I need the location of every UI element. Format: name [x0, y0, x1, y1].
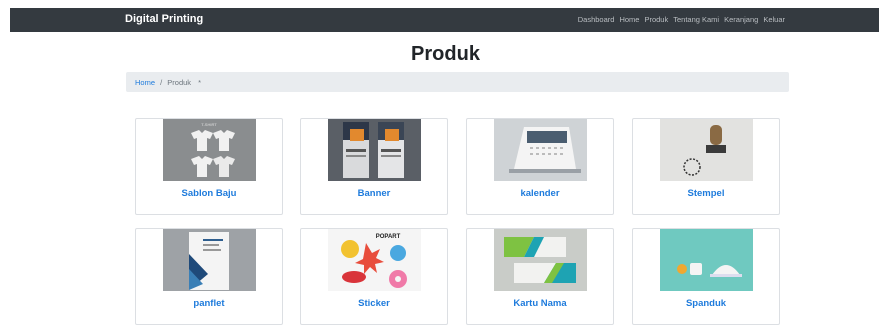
- product-image-sablon-baju[interactable]: T-SHIRT: [163, 119, 256, 181]
- product-card-spanduk[interactable]: Spanduk: [632, 228, 780, 325]
- product-image-spanduk[interactable]: [660, 229, 753, 291]
- product-name[interactable]: Stempel: [633, 188, 779, 199]
- product-image-stempel[interactable]: [660, 119, 753, 181]
- nav-link-tentang-kami[interactable]: Tentang Kami: [673, 15, 719, 24]
- nav-link-keranjang[interactable]: Keranjang: [724, 15, 758, 24]
- product-name[interactable]: Kartu Nama: [467, 298, 613, 309]
- breadcrumb-extra: *: [198, 78, 202, 87]
- product-name[interactable]: Sticker: [301, 298, 447, 309]
- breadcrumb-separator: /: [160, 78, 163, 87]
- product-image-sticker[interactable]: POPART: [328, 229, 421, 291]
- nav-link-dashboard[interactable]: Dashboard: [578, 15, 615, 24]
- nav-link-produk[interactable]: Produk: [644, 15, 668, 24]
- product-name[interactable]: panflet: [136, 298, 282, 309]
- product-card-kartu-nama[interactable]: Kartu Nama: [466, 228, 614, 325]
- page-title: Produk: [411, 43, 480, 65]
- product-image-kartu-nama[interactable]: [494, 229, 587, 291]
- thumb-text-popart: POPART: [376, 234, 401, 240]
- product-name[interactable]: Sablon Baju: [136, 188, 282, 199]
- nav-link-home[interactable]: Home: [619, 15, 639, 24]
- top-navbar: Digital Printing Dashboard Home Produk T…: [10, 8, 879, 32]
- product-card-stempel[interactable]: Stempel: [632, 118, 780, 215]
- product-card-banner[interactable]: Banner: [300, 118, 448, 215]
- product-card-sablon-baju[interactable]: T-SHIRT Sablon Baju: [135, 118, 283, 215]
- product-image-kalender[interactable]: [494, 119, 587, 181]
- nav-menu: Dashboard Home Produk Tentang Kami Keran…: [578, 15, 785, 24]
- breadcrumb-home-link[interactable]: Home: [135, 78, 155, 87]
- product-image-banner[interactable]: [328, 119, 421, 181]
- product-card-panflet[interactable]: panflet: [135, 228, 283, 325]
- breadcrumb-current: Produk: [167, 78, 192, 87]
- product-name[interactable]: Spanduk: [633, 298, 779, 309]
- product-image-panflet[interactable]: [163, 229, 256, 291]
- nav-link-keluar[interactable]: Keluar: [763, 15, 785, 24]
- product-name[interactable]: kalender: [467, 188, 613, 199]
- product-card-sticker[interactable]: POPART Sticker: [300, 228, 448, 325]
- breadcrumb: Home / Produk *: [126, 72, 789, 92]
- product-card-kalender[interactable]: kalender: [466, 118, 614, 215]
- product-name[interactable]: Banner: [301, 188, 447, 199]
- thumb-text-tshirt: T-SHIRT: [201, 122, 217, 127]
- brand-logo[interactable]: Digital Printing: [125, 13, 203, 25]
